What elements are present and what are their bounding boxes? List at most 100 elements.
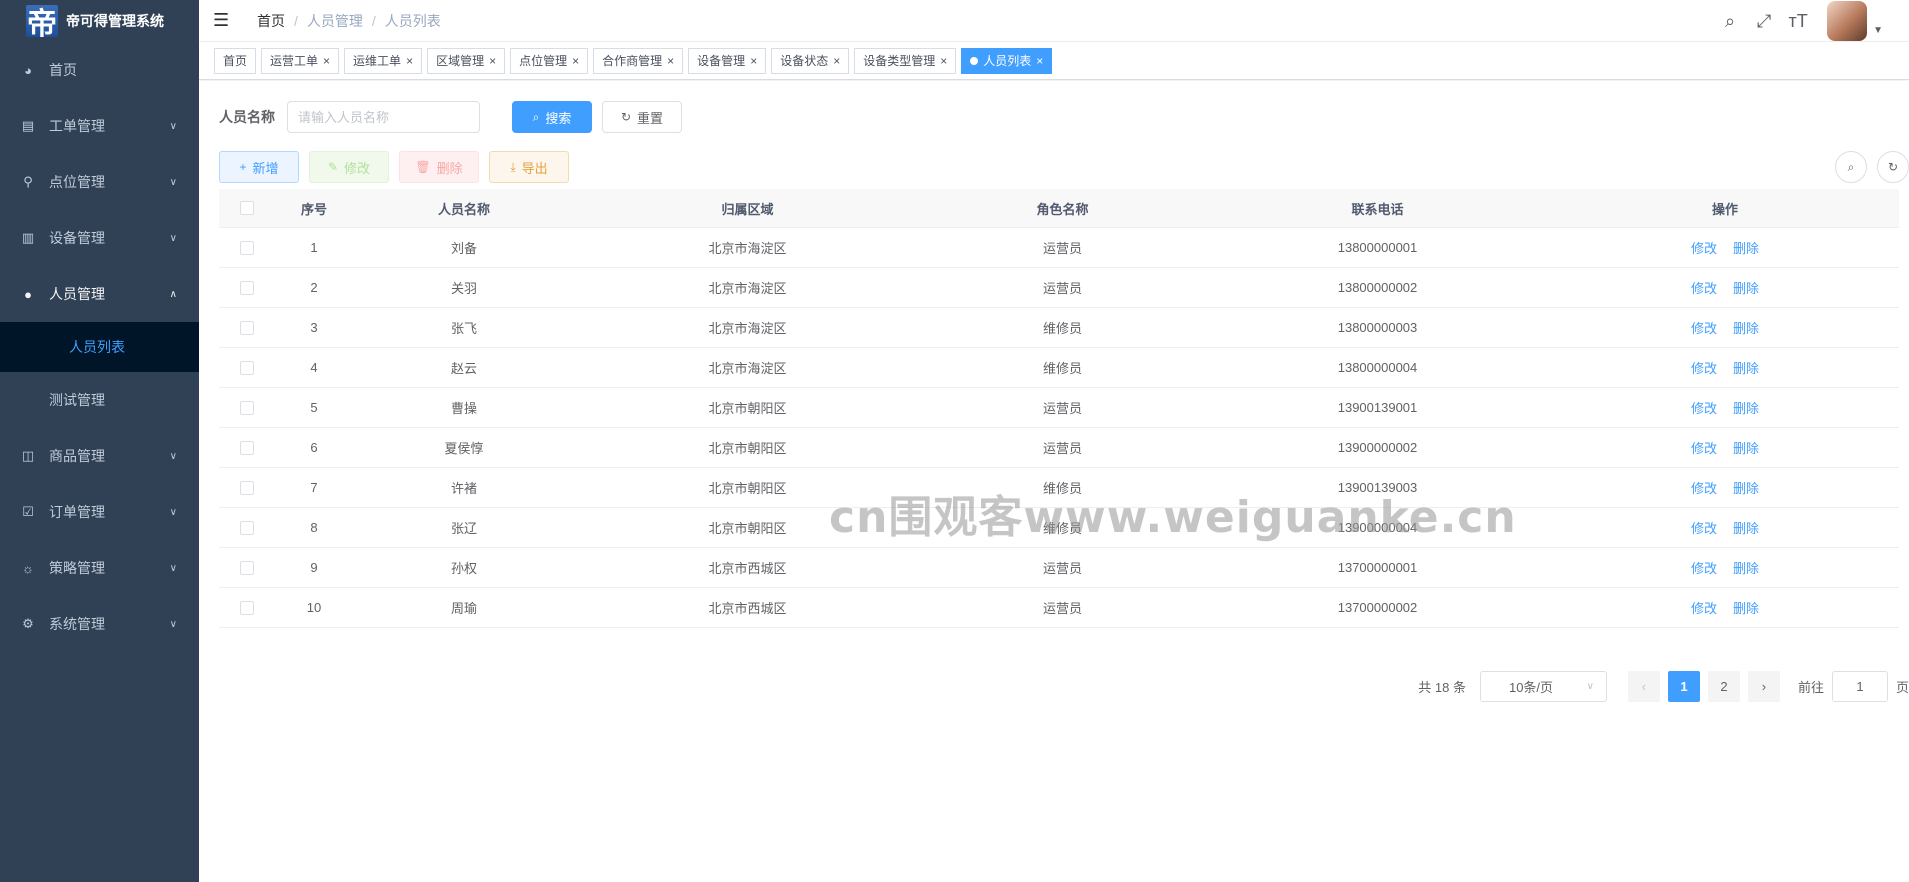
row-delete-link[interactable]: 删除 [1733, 238, 1759, 257]
close-icon[interactable]: × [1036, 49, 1043, 73]
tag-personnel-list[interactable]: 人员列表 × [961, 47, 1053, 74]
close-icon[interactable]: × [572, 49, 579, 73]
tag-device-status[interactable]: 设备状态 × [771, 47, 850, 74]
cell-phone: 13700000001 [1337, 560, 1418, 575]
tag-partner[interactable]: 合作商管理 × [593, 47, 684, 74]
close-icon[interactable]: × [489, 49, 496, 73]
sidebar-item-strategy[interactable]: ☼ 策略管理 ∨ [0, 540, 199, 596]
right-toolbar: ⌕ ↻ [1825, 151, 1909, 183]
tag-devices[interactable]: 设备管理 × [688, 47, 767, 74]
row-checkbox[interactable] [239, 560, 254, 575]
cell-region: 北京市西城区 [708, 561, 787, 576]
close-icon[interactable]: × [323, 49, 330, 73]
navbar-right: ⌕ ⤢ ᴛT ▼ [1713, 0, 1883, 42]
add-button[interactable]: + 新增 [219, 151, 299, 183]
sidebar-item-label: 系统管理 [49, 616, 105, 632]
close-icon[interactable]: × [833, 49, 840, 73]
cell-phone: 13900139001 [1337, 400, 1418, 415]
row-delete-link[interactable]: 删除 [1733, 438, 1759, 457]
row-checkbox[interactable] [239, 480, 254, 495]
fullscreen-icon[interactable]: ⤢ [1747, 11, 1781, 32]
tag-ops-workorder[interactable]: 运营工单 × [261, 47, 340, 74]
caret-down-icon[interactable]: ▼ [1873, 25, 1883, 36]
row-edit-link[interactable]: 修改 [1691, 438, 1717, 457]
tag-label: 点位管理 [519, 53, 568, 68]
font-size-icon[interactable]: ᴛT [1781, 11, 1815, 32]
page-size-select[interactable]: 10条/页 ∨ [1479, 671, 1607, 702]
edit-button[interactable]: ✎ 修改 [309, 151, 389, 183]
prev-page-button[interactable]: ‹ [1627, 671, 1660, 702]
row-edit-link[interactable]: 修改 [1691, 358, 1717, 377]
cell-name: 周瑜 [450, 601, 477, 616]
sidebar-item-orders[interactable]: ☑ 订单管理 ∨ [0, 484, 199, 540]
row-checkbox[interactable] [239, 280, 254, 295]
goto-label: 前往 [1797, 680, 1824, 695]
row-edit-link[interactable]: 修改 [1691, 238, 1717, 257]
row-checkbox[interactable] [239, 320, 254, 335]
row-delete-link[interactable]: 删除 [1733, 558, 1759, 577]
row-delete-link[interactable]: 删除 [1733, 478, 1759, 497]
row-edit-link[interactable]: 修改 [1691, 278, 1717, 297]
close-icon[interactable]: × [406, 49, 413, 73]
cell-region: 北京市朝阳区 [708, 401, 787, 416]
row-delete-link[interactable]: 删除 [1733, 278, 1759, 297]
sidebar-item-products[interactable]: ◫ 商品管理 ∨ [0, 428, 199, 484]
sidebar-item-test[interactable]: 测试管理 [0, 372, 199, 428]
breadcrumb-item[interactable]: 首页 [257, 11, 285, 31]
row-edit-link[interactable]: 修改 [1691, 518, 1717, 537]
row-checkbox[interactable] [239, 360, 254, 375]
row-checkbox[interactable] [239, 240, 254, 255]
close-icon[interactable]: × [750, 49, 757, 73]
sidebar-item-personnel[interactable]: ● 人员管理 ∧ [0, 266, 199, 322]
page-button[interactable]: 2 [1707, 671, 1740, 702]
row-delete-link[interactable]: 删除 [1733, 318, 1759, 337]
table-row: 4 赵云 北京市海淀区 维修员 13800000004 修改 删除 [219, 348, 1899, 388]
export-button[interactable]: ⤓ 导出 [489, 151, 569, 183]
toolbar: + 新增 ✎ 修改 🗑 删除 ⤓ 导出 [219, 151, 579, 183]
refresh-button[interactable]: ↻ [1877, 151, 1909, 183]
sidebar-item-devices[interactable]: ▥ 设备管理 ∨ [0, 210, 199, 266]
row-edit-link[interactable]: 修改 [1691, 558, 1717, 577]
cell-phone: 13900000002 [1337, 440, 1418, 455]
tag-region[interactable]: 区域管理 × [427, 47, 506, 74]
row-delete-link[interactable]: 删除 [1733, 598, 1759, 617]
row-delete-link[interactable]: 删除 [1733, 358, 1759, 377]
next-page-button[interactable]: › [1747, 671, 1780, 702]
row-checkbox[interactable] [239, 440, 254, 455]
search-icon[interactable]: ⌕ [1713, 11, 1747, 32]
row-delete-link[interactable]: 删除 [1733, 518, 1759, 537]
table-row: 2 关羽 北京市海淀区 运营员 13800000002 修改 删除 [219, 268, 1899, 308]
reset-button-label: 重置 [637, 110, 664, 126]
row-edit-link[interactable]: 修改 [1691, 478, 1717, 497]
tag-device-types[interactable]: 设备类型管理 × [854, 47, 957, 74]
tag-maint-workorder[interactable]: 运维工单 × [344, 47, 423, 74]
sidebar-item-points[interactable]: ⚲ 点位管理 ∨ [0, 154, 199, 210]
sidebar-item-workorders[interactable]: ▤ 工单管理 ∨ [0, 98, 199, 154]
page-button[interactable]: 1 [1667, 671, 1700, 702]
toggle-search-button[interactable]: ⌕ [1835, 151, 1867, 183]
row-edit-link[interactable]: 修改 [1691, 598, 1717, 617]
app-logo[interactable]: 帝 帝可得管理系统 [0, 0, 199, 42]
avatar[interactable] [1827, 1, 1868, 41]
row-delete-link[interactable]: 删除 [1733, 398, 1759, 417]
select-all-checkbox[interactable] [239, 201, 254, 215]
close-icon[interactable]: × [940, 49, 947, 73]
tag-home[interactable]: 首页 [214, 47, 257, 74]
row-checkbox[interactable] [239, 600, 254, 615]
sidebar-item-personnel-list[interactable]: 人员列表 [0, 322, 199, 372]
reset-button[interactable]: ↻ 重置 [602, 101, 682, 133]
search-button[interactable]: ⌕ 搜索 [512, 101, 592, 133]
close-icon[interactable]: × [667, 49, 674, 73]
row-edit-link[interactable]: 修改 [1691, 318, 1717, 337]
search-input[interactable] [287, 101, 480, 133]
shopping-bag-icon: ◫ [21, 448, 35, 463]
sidebar-item-home[interactable]: ◕ 首页 [0, 42, 199, 98]
sidebar-item-system[interactable]: ⚙ 系统管理 ∨ [0, 596, 199, 652]
delete-button[interactable]: 🗑 删除 [399, 151, 479, 183]
goto-page-input[interactable] [1831, 671, 1888, 702]
row-checkbox[interactable] [239, 400, 254, 415]
row-checkbox[interactable] [239, 520, 254, 535]
tag-points[interactable]: 点位管理 × [510, 47, 589, 74]
hamburger-icon[interactable]: ☰ [213, 10, 241, 31]
row-edit-link[interactable]: 修改 [1691, 398, 1717, 417]
